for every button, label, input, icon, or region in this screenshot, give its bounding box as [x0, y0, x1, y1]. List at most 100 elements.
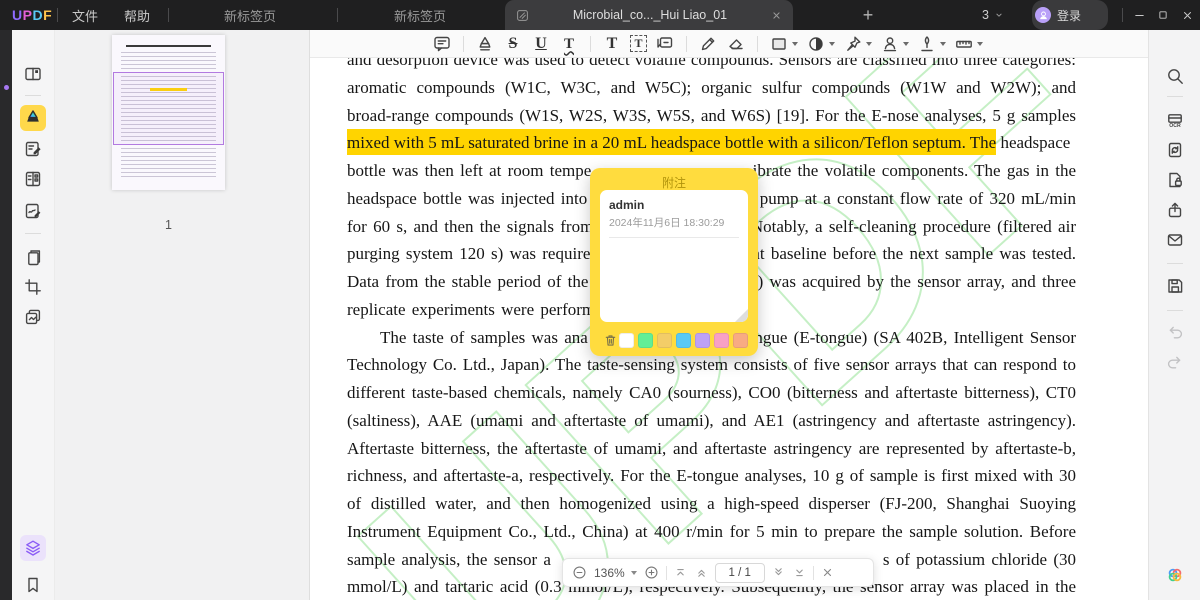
tool-eraser[interactable]	[726, 34, 746, 54]
sidebar-item-forms[interactable]	[20, 166, 46, 192]
tool-typewriter[interactable]: T	[602, 34, 622, 54]
sidebar-item-undo[interactable]	[1162, 319, 1188, 345]
sticky-note-popup[interactable]: 附注 admin 2024年11月6日 18:30:29	[590, 168, 758, 356]
zoom-in-icon[interactable]	[643, 564, 660, 581]
tab-count: 3	[982, 8, 989, 22]
note-color-swatch-1[interactable]	[619, 333, 634, 348]
note-comment-area[interactable]: admin 2024年11月6日 18:30:29	[600, 190, 748, 322]
note-color-swatch-2[interactable]	[638, 333, 653, 348]
divider	[757, 36, 758, 52]
tool-underline[interactable]: U	[531, 34, 551, 54]
chevron-down-icon[interactable]	[940, 42, 946, 46]
note-color-swatch-5[interactable]	[695, 333, 710, 348]
maximize-button[interactable]	[1152, 0, 1174, 30]
note-resize-corner[interactable]	[735, 309, 748, 322]
note-color-swatch-4[interactable]	[676, 333, 691, 348]
line-left-fragment: purging system 120 s) was required	[347, 240, 599, 268]
chevron-down-icon[interactable]	[866, 42, 872, 46]
minimize-button[interactable]	[1128, 0, 1150, 30]
note-color-swatch-6[interactable]	[714, 333, 729, 348]
divider	[168, 8, 169, 22]
document-line: and desorption device was used to detect…	[347, 58, 1076, 74]
sidebar-item-save[interactable]	[1162, 273, 1188, 299]
tool-callout[interactable]	[655, 34, 675, 54]
highlighted-text[interactable]: mixed with 5 mL saturated brine in a 20 …	[347, 129, 996, 155]
sidebar-item-protect[interactable]	[1162, 167, 1188, 193]
sidebar-item-redo[interactable]	[1162, 349, 1188, 375]
sidebar-item-crop[interactable]	[20, 274, 46, 300]
page-indicator[interactable]: 1 / 1	[715, 563, 765, 583]
close-toolbar-icon[interactable]	[820, 565, 835, 580]
tool-stamp-person[interactable]	[880, 34, 909, 54]
sidebar-item-layers[interactable]	[20, 535, 46, 561]
updf-window: UPDF 文件 帮助 新标签页 新标签页 Microbial_co..._Hui…	[0, 0, 1200, 600]
note-color-swatch-7[interactable]	[733, 333, 748, 348]
tab-new-2[interactable]: 新标签页	[345, 0, 495, 30]
last-page-icon[interactable]	[792, 565, 807, 580]
sidebar-item-edit-pdf[interactable]	[20, 136, 46, 162]
tool-pin[interactable]	[843, 34, 872, 54]
tool-shape-ellipse[interactable]	[806, 34, 835, 54]
chevron-down-icon[interactable]	[903, 42, 909, 46]
divider	[1167, 96, 1183, 97]
first-page-icon[interactable]	[673, 565, 688, 580]
menu-file[interactable]: 文件	[63, 0, 107, 30]
divider	[1122, 8, 1123, 22]
page-1-thumbnail[interactable]	[112, 35, 225, 190]
tab-new-1[interactable]: 新标签页	[175, 0, 325, 30]
sidebar-item-search[interactable]	[1162, 63, 1188, 89]
line-right-fragment: s) was acquired by the sensor array, and…	[751, 268, 1076, 296]
tool-squiggly[interactable]: T	[559, 34, 579, 54]
sidebar-item-reader[interactable]	[20, 61, 46, 87]
chevron-down-icon[interactable]	[829, 42, 835, 46]
login-button[interactable]: 登录	[1032, 0, 1108, 30]
close-tab-icon[interactable]	[770, 9, 783, 22]
tool-measure[interactable]	[954, 34, 983, 54]
tool-stamp-sign[interactable]	[917, 34, 946, 54]
divider	[686, 36, 687, 52]
shape-ellipse-icon	[806, 34, 826, 54]
sidebar-item-ai-assistant[interactable]	[1162, 562, 1188, 588]
tool-shape-rect[interactable]	[769, 34, 798, 54]
tab-active-document[interactable]: Microbial_co..._Hui Liao_01	[505, 0, 793, 30]
thumbnail-page-number: 1	[112, 218, 225, 232]
sidebar-item-ocr[interactable]: OCR	[1162, 107, 1188, 133]
close-button[interactable]	[1176, 0, 1198, 30]
protect-icon	[1165, 170, 1185, 190]
new-tab-button[interactable]: +	[858, 0, 878, 30]
sidebar-item-bookmark[interactable]	[20, 572, 46, 598]
tool-sticky-note[interactable]	[432, 34, 452, 54]
next-page-icon[interactable]	[771, 565, 786, 580]
trash-icon[interactable]	[602, 332, 619, 349]
sidebar-item-share[interactable]	[1162, 197, 1188, 223]
sticky-note-icon	[432, 34, 452, 54]
tool-highlight[interactable]	[475, 34, 495, 54]
sidebar-item-signature[interactable]	[20, 198, 46, 224]
login-label: 登录	[1057, 7, 1081, 24]
document-page[interactable]: UPDF and desorption device was used to d…	[310, 58, 1148, 600]
sidebar-item-organize-pages[interactable]	[20, 245, 46, 271]
zoom-level: 136%	[594, 566, 625, 580]
divider	[463, 36, 464, 52]
line-left-fragment: Data from the stable period of the	[347, 268, 588, 296]
zoom-out-icon[interactable]	[571, 564, 588, 581]
sidebar-item-feedback[interactable]	[1162, 594, 1188, 600]
zoom-page-toolbar: 136% 1 / 1	[562, 558, 874, 587]
note-color-swatch-3[interactable]	[657, 333, 672, 348]
chevron-down-icon[interactable]	[792, 42, 798, 46]
divider	[813, 566, 814, 580]
previous-page-icon[interactable]	[694, 565, 709, 580]
tab-count-dropdown[interactable]: 3	[982, 0, 1005, 30]
tool-text-box[interactable]: T	[630, 35, 647, 53]
tool-pencil[interactable]	[698, 34, 718, 54]
document-line: richness, and aftertaste-a, respectively…	[347, 462, 1076, 490]
sidebar-item-annotate[interactable]	[20, 105, 46, 131]
chevron-down-icon[interactable]	[977, 42, 983, 46]
thumbnail-viewport-rect[interactable]	[113, 72, 224, 145]
sidebar-item-capture[interactable]	[20, 304, 46, 330]
menu-help[interactable]: 帮助	[115, 0, 159, 30]
sidebar-item-mail[interactable]	[1162, 227, 1188, 253]
tool-strikethrough[interactable]: S	[503, 34, 523, 54]
sidebar-item-convert[interactable]	[1162, 137, 1188, 163]
zoom-dropdown-caret[interactable]	[631, 571, 637, 575]
